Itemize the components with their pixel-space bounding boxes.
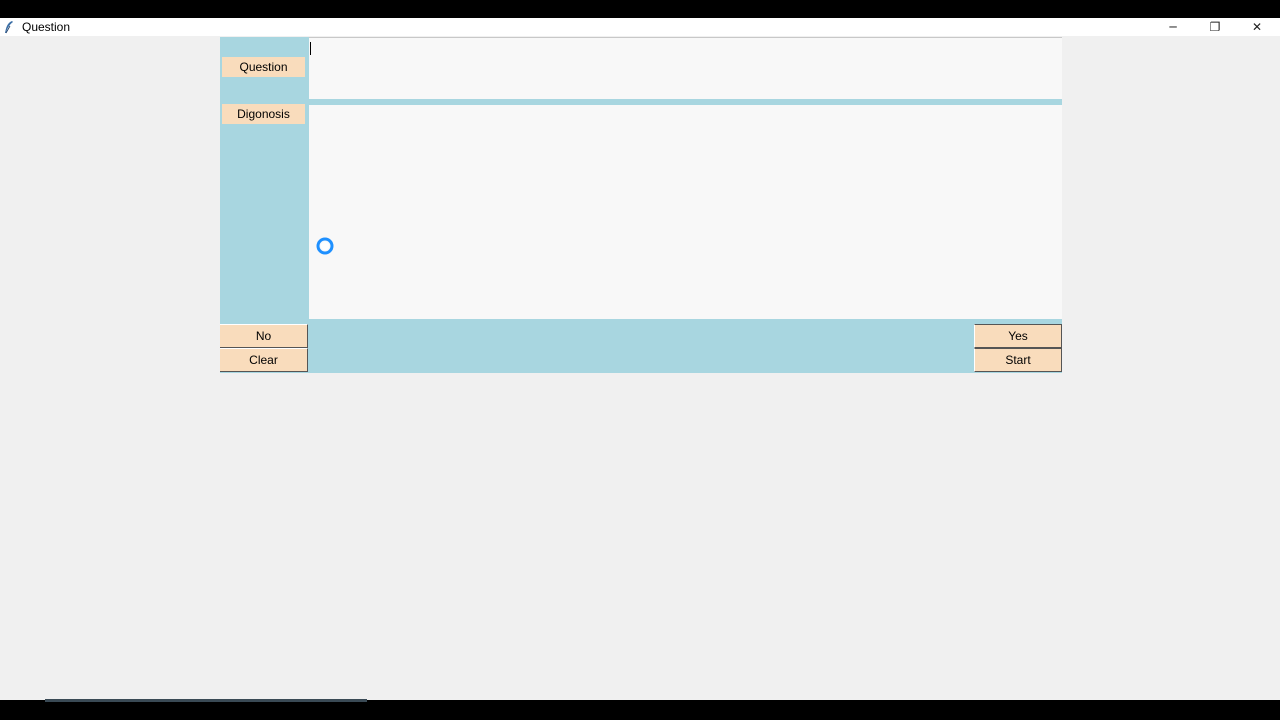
video-progress-strip (45, 699, 367, 702)
app-window: Question ─ ❐ ✕ Question Digonosis No Cle… (0, 18, 1280, 700)
close-icon: ✕ (1251, 20, 1263, 34)
restore-icon: ❐ (1209, 20, 1221, 34)
window-title: Question (22, 20, 71, 34)
start-button[interactable]: Start (974, 348, 1062, 372)
busy-spinner-icon (316, 237, 334, 255)
clear-button[interactable]: Clear (220, 348, 308, 372)
question-text-field[interactable] (309, 37, 1062, 99)
diagnosis-button[interactable]: Digonosis (222, 104, 305, 124)
feather-icon (5, 21, 13, 34)
title-bar: Question ─ ❐ ✕ (0, 18, 1280, 36)
minimize-icon: ─ (1169, 20, 1177, 34)
maximize-button[interactable]: ❐ (1194, 18, 1236, 36)
main-panel: Question Digonosis No Clear Yes Start (220, 37, 1062, 373)
minimize-button[interactable]: ─ (1152, 18, 1194, 36)
close-button[interactable]: ✕ (1236, 18, 1278, 36)
letterbox-bottom (0, 700, 1280, 720)
letterbox-top (0, 0, 1280, 18)
diagnosis-text-field[interactable] (309, 105, 1062, 319)
no-button[interactable]: No (220, 324, 308, 348)
text-caret (310, 42, 311, 55)
question-button[interactable]: Question (222, 57, 305, 77)
yes-button[interactable]: Yes (974, 324, 1062, 348)
